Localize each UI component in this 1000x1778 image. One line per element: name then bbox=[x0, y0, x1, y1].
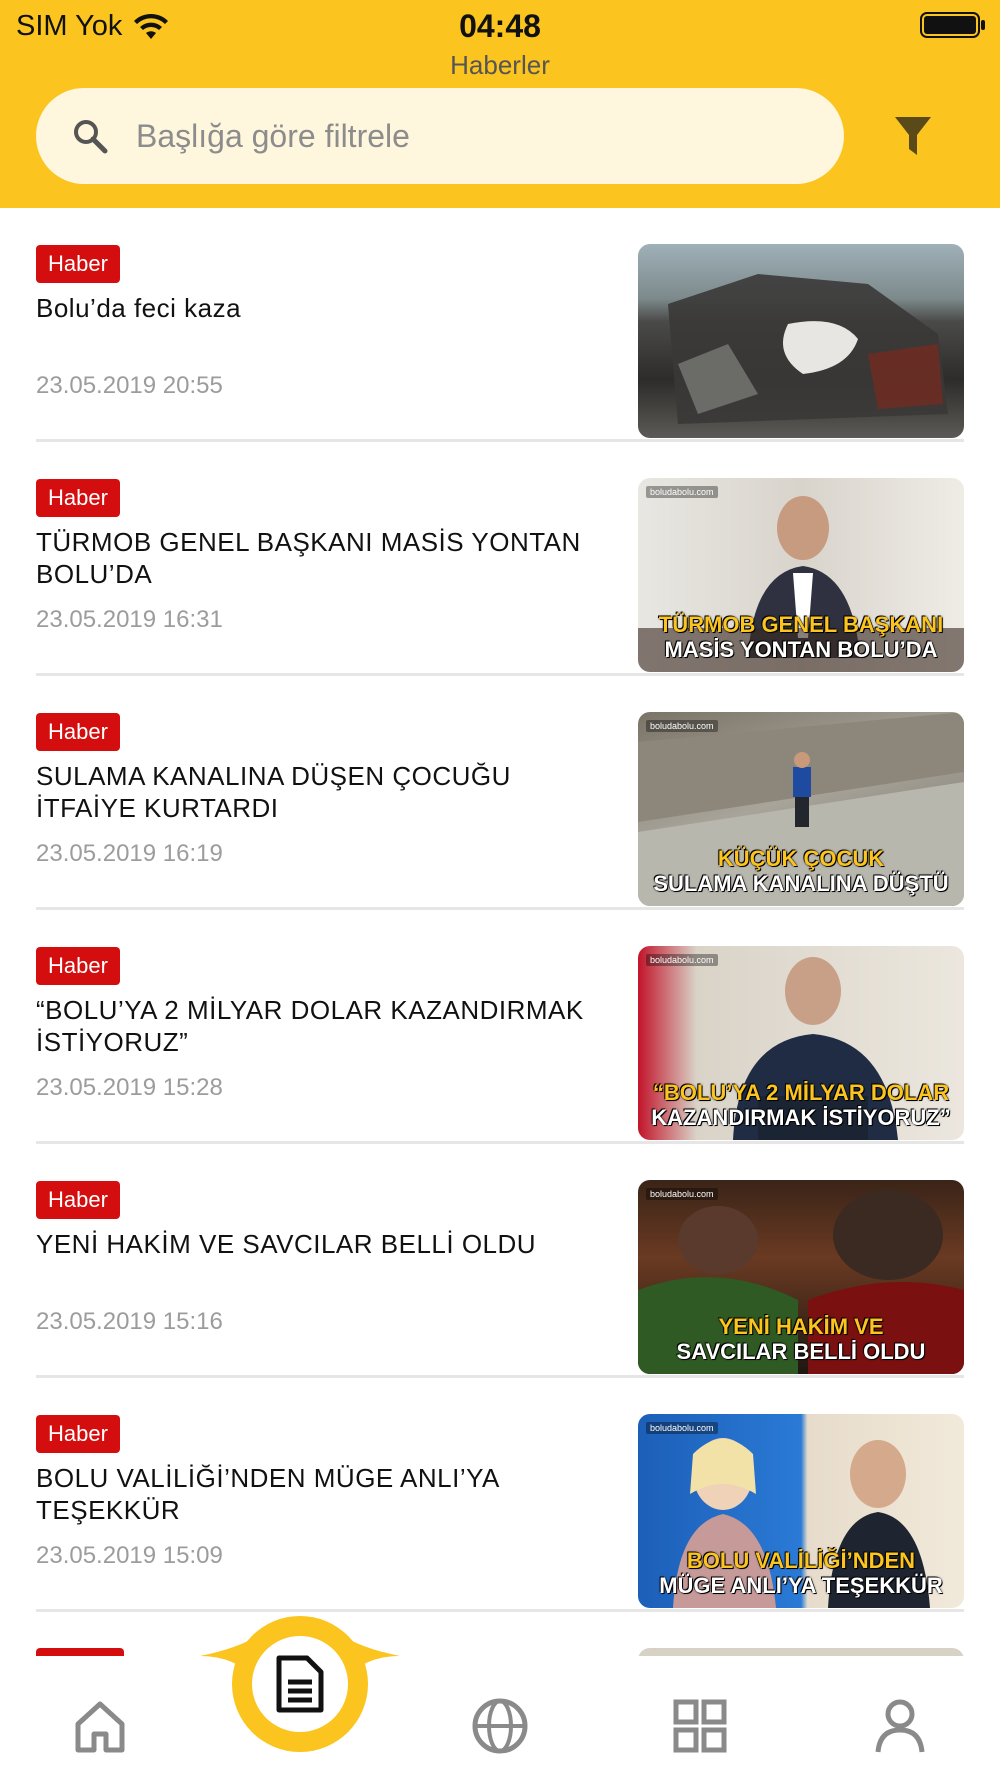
news-thumbnail: boludabolu.com KÜÇÜK ÇOCUK SULAMA KANALI… bbox=[638, 712, 964, 906]
category-badge: Haber bbox=[36, 1415, 120, 1453]
bottom-tab-bar bbox=[0, 1656, 1000, 1778]
news-thumbnail: boludabolu.com TÜRMOB GENEL BAŞKANI MASİ… bbox=[638, 478, 964, 672]
news-item[interactable] bbox=[36, 1612, 964, 1656]
news-item[interactable]: Haber TÜRMOB GENEL BAŞKANI MASİS YONTAN … bbox=[36, 442, 964, 676]
news-date: 23.05.2019 16:19 bbox=[36, 840, 223, 867]
thumbnail-caption: BOLU VALİLİĞİ’NDEN MÜGE ANLI’YA TEŞEKKÜR bbox=[638, 1548, 964, 1598]
news-title: BOLU VALİLİĞİ’NDEN MÜGE ANLI’YA TEŞEKKÜR bbox=[36, 1463, 499, 1525]
caption-line-top: “BOLU’YA 2 MİLYAR DOLAR bbox=[652, 1080, 950, 1105]
news-thumbnail: boludabolu.com YENİ HAKİM VE SAVCILAR BE… bbox=[638, 1180, 964, 1374]
home-icon bbox=[75, 1701, 125, 1753]
news-item[interactable]: Haber SULAMA KANALINA DÜŞEN ÇOCUĞU İTFAİ… bbox=[36, 676, 964, 910]
category-badge: Haber bbox=[36, 1181, 120, 1219]
news-title: SULAMA KANALINA DÜŞEN ÇOCUĞU İTFAİYE KUR… bbox=[36, 761, 511, 823]
filter-icon bbox=[895, 117, 931, 155]
tab-world[interactable] bbox=[460, 1686, 540, 1766]
news-date: 23.05.2019 15:28 bbox=[36, 1074, 223, 1101]
caption-line-top: BOLU VALİLİĞİ’NDEN bbox=[686, 1548, 916, 1573]
app-header: SIM Yok 04:48 Haberler bbox=[0, 0, 1000, 208]
news-title: “BOLU’YA 2 MİLYAR DOLAR KAZANDIRMAK İSTİ… bbox=[36, 995, 584, 1057]
news-date: 23.05.2019 15:09 bbox=[36, 1542, 223, 1569]
caption-line-top: TÜRMOB GENEL BAŞKANI bbox=[658, 612, 944, 637]
status-bar: SIM Yok 04:48 bbox=[0, 0, 1000, 52]
thumbnail-caption: TÜRMOB GENEL BAŞKANI MASİS YONTAN BOLU’D… bbox=[638, 612, 964, 662]
tab-home[interactable] bbox=[60, 1686, 140, 1766]
thumbnail-caption: KÜÇÜK ÇOCUK SULAMA KANALINA DÜŞTÜ bbox=[638, 846, 964, 896]
category-badge: Haber bbox=[36, 713, 120, 751]
news-date: 23.05.2019 15:16 bbox=[36, 1308, 223, 1335]
page-title: Haberler bbox=[450, 50, 550, 80]
battery-icon bbox=[920, 12, 985, 38]
thumbnail-caption: “BOLU’YA 2 MİLYAR DOLAR KAZANDIRMAK İSTİ… bbox=[638, 1080, 964, 1130]
user-icon bbox=[875, 1699, 925, 1753]
caption-line-top: YENİ HAKİM VE bbox=[718, 1314, 884, 1339]
filter-button[interactable] bbox=[880, 104, 946, 170]
news-thumbnail bbox=[638, 1648, 964, 1656]
news-item[interactable]: Haber BOLU VALİLİĞİ’NDEN MÜGE ANLI’YA TE… bbox=[36, 1378, 964, 1612]
news-date: 23.05.2019 20:55 bbox=[36, 372, 223, 399]
search-bar[interactable] bbox=[36, 88, 844, 184]
news-thumbnail: boludabolu.com “BOLU’YA 2 MİLYAR DOLAR K… bbox=[638, 946, 964, 1140]
source-watermark: boludabolu.com bbox=[646, 1188, 718, 1200]
tab-profile[interactable] bbox=[860, 1686, 940, 1766]
category-badge: Haber bbox=[36, 947, 120, 985]
tab-categories[interactable] bbox=[660, 1686, 740, 1766]
news-thumbnail bbox=[638, 244, 964, 438]
document-icon bbox=[276, 1655, 324, 1713]
source-watermark: boludabolu.com bbox=[646, 954, 718, 966]
tab-news[interactable] bbox=[232, 1616, 368, 1752]
source-watermark: boludabolu.com bbox=[646, 720, 718, 732]
caption-line-bottom: MÜGE ANLI’YA TEŞEKKÜR bbox=[659, 1573, 943, 1598]
caption-line-bottom: SULAMA KANALINA DÜŞTÜ bbox=[653, 871, 949, 896]
news-item[interactable]: Haber “BOLU’YA 2 MİLYAR DOLAR KAZANDIRMA… bbox=[36, 910, 964, 1144]
news-title: YENİ HAKİM VE SAVCILAR BELLİ OLDU bbox=[36, 1229, 537, 1259]
source-watermark: boludabolu.com bbox=[646, 1422, 718, 1434]
news-thumbnail: boludabolu.com BOLU VALİLİĞİ’NDEN MÜGE A… bbox=[638, 1414, 964, 1608]
thumbnail-caption: YENİ HAKİM VE SAVCILAR BELLİ OLDU bbox=[638, 1314, 964, 1364]
news-title: TÜRMOB GENEL BAŞKANI MASİS YONTAN BOLU’D… bbox=[36, 527, 581, 589]
news-item[interactable]: Haber Bolu’da feci kaza 23.05.2019 20:55 bbox=[36, 208, 964, 442]
category-badge: Haber bbox=[36, 245, 120, 283]
caption-line-top: KÜÇÜK ÇOCUK bbox=[717, 846, 885, 871]
category-badge: Haber bbox=[36, 479, 120, 517]
category-badge bbox=[36, 1648, 124, 1656]
search-input[interactable] bbox=[136, 88, 816, 184]
caption-line-bottom: MASİS YONTAN BOLU’DA bbox=[664, 637, 938, 662]
grid-icon bbox=[673, 1699, 727, 1753]
globe-icon bbox=[472, 1698, 528, 1754]
news-title: Bolu’da feci kaza bbox=[36, 293, 242, 323]
tab-news-inner bbox=[252, 1636, 348, 1732]
source-watermark: boludabolu.com bbox=[646, 486, 718, 498]
news-list[interactable]: Haber Bolu’da feci kaza 23.05.2019 20:55… bbox=[0, 208, 1000, 1656]
status-clock: 04:48 bbox=[459, 8, 541, 44]
caption-line-bottom: KAZANDIRMAK İSTİYORUZ” bbox=[651, 1105, 951, 1130]
search-icon bbox=[74, 120, 108, 154]
caption-line-bottom: SAVCILAR BELLİ OLDU bbox=[676, 1339, 926, 1364]
news-item[interactable]: Haber YENİ HAKİM VE SAVCILAR BELLİ OLDU … bbox=[36, 1144, 964, 1378]
news-date: 23.05.2019 16:31 bbox=[36, 606, 223, 633]
